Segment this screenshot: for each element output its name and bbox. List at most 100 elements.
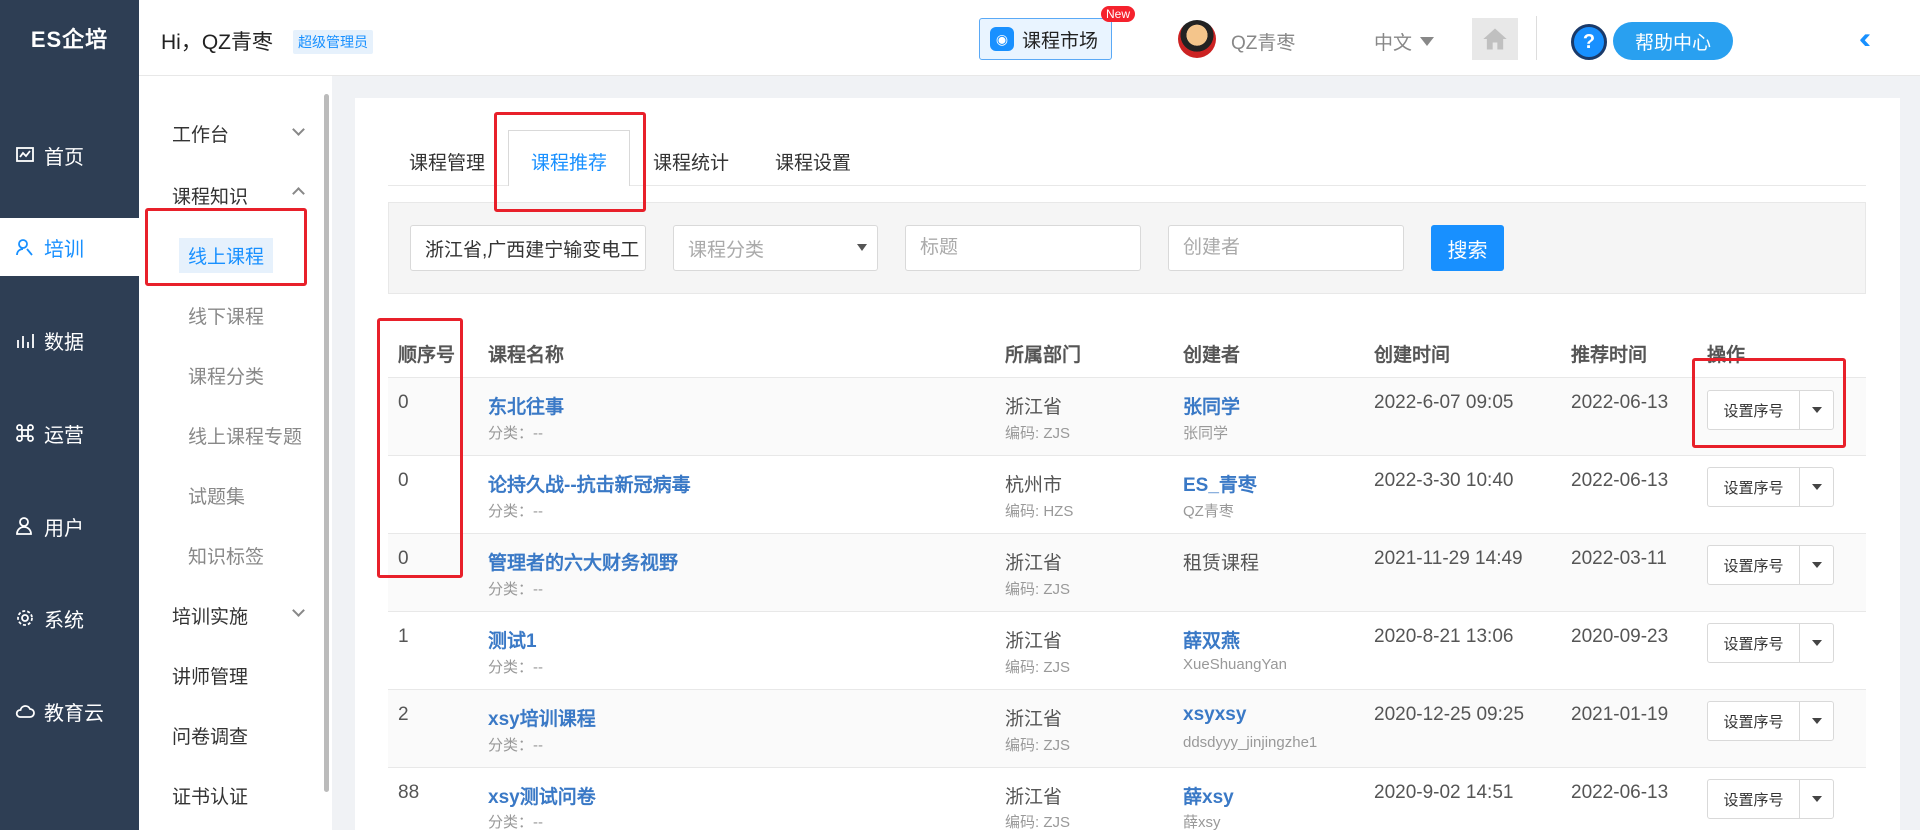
tab-course-recommendation[interactable]: 课程推荐 — [531, 148, 607, 175]
course-category: 分类：-- — [488, 814, 543, 830]
collapse-double-chevron-icon[interactable]: ‹‹ — [1859, 22, 1871, 56]
course-name-link[interactable]: xsy测试问卷 — [488, 782, 596, 809]
training-icon — [14, 236, 36, 258]
creator-text: 租赁课程 — [1183, 553, 1260, 574]
column-header-creator: 创建者 — [1183, 345, 1241, 366]
column-header-department: 所属部门 — [1005, 345, 1082, 366]
language-select[interactable]: 中文 — [1374, 28, 1435, 55]
nav-item-operations[interactable]: 运营 — [0, 404, 139, 462]
course-name-link[interactable]: 论持久战--抗击新冠病毒 — [488, 470, 691, 497]
department-code: 编码: HZS — [1005, 503, 1074, 520]
set-seq-button[interactable]: 设置序号 — [1708, 468, 1800, 506]
set-seq-button[interactable]: 设置序号 — [1708, 624, 1800, 662]
bar-chart-icon — [14, 329, 36, 351]
help-question-icon[interactable]: ? — [1571, 24, 1607, 60]
nav-label: 系统 — [44, 609, 84, 632]
creator-link[interactable]: 薛xsy — [1183, 782, 1234, 809]
column-header-course-name: 课程名称 — [488, 345, 565, 366]
set-seq-button[interactable]: 设置序号 — [1708, 780, 1800, 818]
caret-down-icon — [1811, 407, 1822, 413]
subnav-workbench[interactable]: 工作台 — [172, 120, 229, 147]
tab-course-settings[interactable]: 课程设置 — [775, 148, 851, 175]
creator-input[interactable] — [1168, 225, 1404, 271]
set-seq-dropdown[interactable] — [1800, 624, 1833, 662]
gear-icon — [14, 607, 36, 629]
department-select[interactable]: 浙江省,广西建宁输变电工 — [410, 225, 646, 271]
created-time: 2022-6-07 09:05 — [1374, 392, 1514, 413]
nav-item-users[interactable]: 用户 — [0, 497, 139, 555]
creator-link[interactable]: 张同学 — [1183, 392, 1240, 419]
row-seq: 1 — [398, 626, 409, 647]
course-name-link[interactable]: 东北往事 — [488, 392, 564, 419]
shopping-bag-icon: ◉ — [990, 27, 1014, 51]
set-seq-dropdown[interactable] — [1800, 468, 1833, 506]
creator-link[interactable]: ES_青枣 — [1183, 470, 1257, 497]
subnav-instructor-management[interactable]: 讲师管理 — [172, 662, 248, 689]
course-name-link[interactable]: xsy培训课程 — [488, 704, 596, 731]
home-button[interactable] — [1472, 18, 1518, 60]
tab-course-management[interactable]: 课程管理 — [409, 148, 485, 175]
table-row — [388, 611, 1866, 689]
title-input[interactable] — [905, 225, 1141, 271]
course-name-link[interactable]: 管理者的六大财务视野 — [488, 548, 678, 575]
set-seq-button-group: 设置序号 — [1707, 779, 1834, 819]
home-icon — [1483, 28, 1507, 50]
nav-item-system[interactable]: 系统 — [0, 589, 139, 647]
set-seq-dropdown[interactable] — [1800, 780, 1833, 818]
caret-down-icon — [1420, 37, 1435, 46]
search-button[interactable]: 搜索 — [1431, 225, 1504, 271]
subnav-online-topics[interactable]: 线上课程专题 — [188, 422, 302, 449]
subnav-surveys[interactable]: 问卷调查 — [172, 722, 248, 749]
nav-item-home[interactable]: 首页 — [0, 126, 139, 184]
help-center-button[interactable]: 帮助中心 — [1613, 22, 1733, 60]
department-code: 编码: ZJS — [1005, 425, 1071, 442]
subnav-label: 试题集 — [188, 487, 246, 508]
row-seq: 2 — [398, 704, 409, 725]
subnav-question-sets[interactable]: 试题集 — [188, 482, 245, 509]
nav-item-edu-cloud[interactable]: 教育云 — [0, 682, 139, 740]
avatar[interactable] — [1178, 20, 1216, 58]
nav-item-data[interactable]: 数据 — [0, 311, 139, 369]
subnav-offline-courses[interactable]: 线下课程 — [188, 302, 264, 329]
subnav-course-knowledge[interactable]: 课程知识 — [172, 182, 248, 209]
set-seq-button-group: 设置序号 — [1707, 623, 1834, 663]
subnav-online-courses[interactable]: 线上课程 — [179, 238, 274, 273]
subnav-knowledge-tags[interactable]: 知识标签 — [188, 542, 264, 569]
username[interactable]: QZ青枣 — [1231, 28, 1295, 55]
department-code: 编码: ZJS — [1005, 814, 1071, 830]
set-seq-button-group: 设置序号 — [1707, 467, 1834, 507]
sub-sidebar-scrollbar[interactable] — [324, 94, 329, 792]
set-seq-button[interactable]: 设置序号 — [1708, 702, 1800, 740]
recommend-time: 2020-09-23 — [1571, 626, 1669, 647]
set-seq-button[interactable]: 设置序号 — [1708, 391, 1800, 429]
set-seq-dropdown[interactable] — [1800, 546, 1833, 584]
table-row — [388, 689, 1866, 767]
course-market-label: 课程市场 — [1022, 30, 1099, 52]
top-header: Hi，QZ青枣 超级管理员 ◉ 课程市场 New QZ青枣 中文 ? 帮助中心 … — [139, 0, 1920, 76]
tab-course-statistics[interactable]: 课程统计 — [653, 148, 729, 175]
row-seq: 88 — [398, 782, 420, 803]
set-seq-button[interactable]: 设置序号 — [1708, 546, 1800, 584]
course-market-button[interactable]: ◉ 课程市场 — [979, 18, 1112, 60]
nav-item-training[interactable]: 培训 — [0, 218, 139, 276]
row-department: 浙江省 — [1005, 787, 1063, 808]
creator-link[interactable]: 薛双燕 — [1183, 626, 1240, 653]
nav-label: 首页 — [44, 146, 84, 169]
set-seq-button-group: 设置序号 — [1707, 390, 1834, 430]
row-seq: 0 — [398, 548, 409, 569]
course-category: 分类：-- — [488, 737, 543, 754]
creator-link[interactable]: xsyxsy — [1183, 704, 1246, 726]
set-seq-dropdown[interactable] — [1800, 702, 1833, 740]
course-category: 分类：-- — [488, 581, 543, 598]
category-select[interactable]: 课程分类 — [673, 225, 878, 271]
subnav-certificates[interactable]: 证书认证 — [172, 782, 248, 809]
category-placeholder: 课程分类 — [688, 239, 765, 261]
subnav-training-implementation[interactable]: 培训实施 — [172, 602, 248, 629]
set-seq-dropdown[interactable] — [1800, 391, 1833, 429]
subnav-label: 线上课程专题 — [188, 427, 303, 448]
course-name-link[interactable]: 测试1 — [488, 626, 537, 653]
course-category: 分类：-- — [488, 425, 543, 442]
nav-label: 数据 — [44, 331, 84, 354]
subnav-course-categories[interactable]: 课程分类 — [188, 362, 264, 389]
subnav-label: 线下课程 — [188, 307, 265, 328]
